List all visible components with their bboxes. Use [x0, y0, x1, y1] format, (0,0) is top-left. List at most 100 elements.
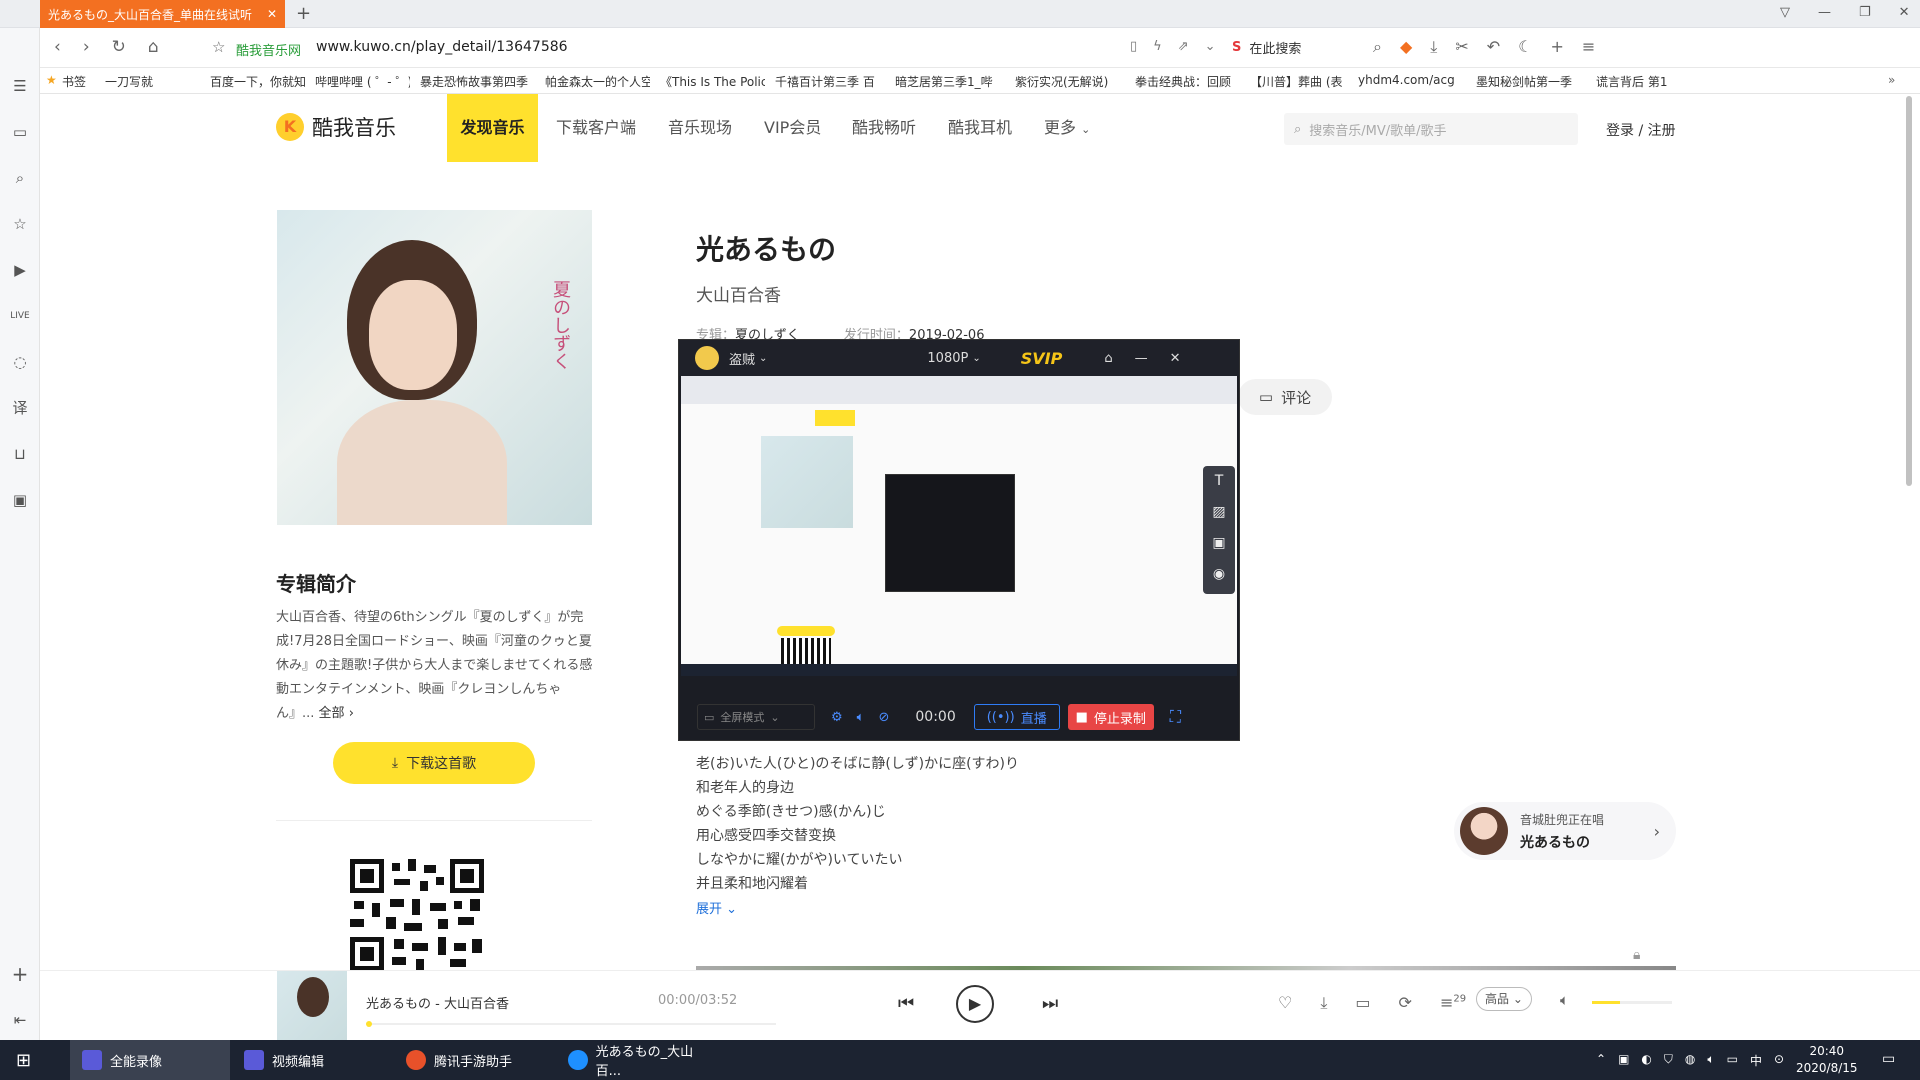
taskbar-app[interactable]: 光あるもの_大山百...: [556, 1040, 716, 1080]
progress-handle[interactable]: [366, 1021, 372, 1027]
download-icon[interactable]: ⤓: [1320, 993, 1327, 1013]
tray-app-icon[interactable]: ◐: [1641, 1052, 1651, 1069]
capture-mode-select[interactable]: ▭ 全屏模式 ⌄: [697, 704, 815, 730]
cart-icon[interactable]: ⊔: [10, 444, 30, 464]
bookmark-item[interactable]: 紫衍实况(无解说): [1015, 73, 1125, 90]
svip-badge[interactable]: SVIP: [1021, 349, 1063, 368]
bookmark-star-icon[interactable]: ☆: [212, 38, 225, 56]
tray-app-icon[interactable]: ▣: [1618, 1052, 1629, 1069]
home-icon[interactable]: ⌂: [1104, 351, 1112, 366]
song-artist[interactable]: 大山百合香: [696, 281, 781, 306]
loop-icon[interactable]: ⟳: [1399, 993, 1412, 1013]
shield-icon[interactable]: ⛉: [1664, 1052, 1673, 1069]
recorder-user[interactable]: 盗贼: [729, 349, 755, 368]
image-tool-icon[interactable]: ▨: [1203, 497, 1235, 528]
taskbar-app[interactable]: 视频编辑: [232, 1040, 392, 1080]
new-tab-icon[interactable]: +: [296, 3, 311, 24]
lock-icon[interactable]: 🔒︎: [1633, 947, 1640, 963]
close-window-icon[interactable]: ✕: [1899, 5, 1910, 20]
bookmark-item[interactable]: 书签: [62, 73, 97, 90]
bookmark-item[interactable]: yhdm4.com/acg: [1358, 73, 1468, 87]
tray-app-icon[interactable]: ◍: [1685, 1052, 1695, 1069]
lightning-icon[interactable]: ϟ: [1153, 39, 1162, 54]
volume-slider[interactable]: [1592, 1001, 1672, 1004]
video-icon[interactable]: ▶: [10, 260, 30, 280]
close-tab-icon[interactable]: ✕: [259, 7, 285, 21]
add-icon[interactable]: +: [1551, 37, 1564, 57]
nav-discover[interactable]: 发现音乐: [447, 94, 538, 162]
pip-tool-icon[interactable]: ▣: [1203, 528, 1235, 559]
night-mode-icon[interactable]: ☾: [1518, 37, 1532, 57]
nav-download-client[interactable]: 下载客户端: [556, 94, 636, 162]
site-search-input[interactable]: ⌕ 搜索音乐/MV/歌单/歌手: [1284, 113, 1578, 145]
minimize-icon[interactable]: —: [1135, 351, 1148, 366]
intro-more-link[interactable]: 全部 ›: [319, 706, 354, 721]
speaker-icon[interactable]: 🔈︎: [857, 710, 865, 725]
fullscreen-icon[interactable]: ⛶: [1170, 707, 1181, 727]
site-logo[interactable]: K 酷我音乐: [276, 112, 396, 142]
quality-select[interactable]: 1080P: [927, 351, 968, 366]
page-scrollbar[interactable]: [1906, 96, 1912, 486]
bookmark-item[interactable]: 千禧百计第三季 百: [775, 73, 885, 90]
book-icon[interactable]: ▭: [10, 122, 30, 142]
forward-icon[interactable]: ›: [83, 37, 90, 57]
previous-icon[interactable]: ⏮: [898, 993, 914, 1014]
login-link[interactable]: 登录 / 注册: [1606, 120, 1676, 140]
notification-icon[interactable]: ▭: [1882, 1051, 1895, 1067]
scissors-icon[interactable]: ✂: [1455, 37, 1468, 57]
toolbox-icon[interactable]: ▣: [10, 490, 30, 510]
download-icon[interactable]: ⤓: [1430, 37, 1437, 57]
bookmark-item[interactable]: 一刀写就: [105, 73, 200, 90]
text-tool-icon[interactable]: T: [1203, 466, 1235, 497]
bookmark-item[interactable]: 暗芝居第三季1_哔: [895, 73, 1005, 90]
translate-icon[interactable]: 译: [10, 398, 30, 418]
volume-icon[interactable]: 🔈︎: [1560, 991, 1569, 1009]
add-icon[interactable]: +: [10, 964, 30, 984]
share-icon[interactable]: ⇗: [1178, 39, 1189, 54]
reload-icon[interactable]: ↻: [112, 37, 126, 57]
expand-lyrics-link[interactable]: 展开 ⌄: [696, 898, 737, 917]
menu-icon[interactable]: ≡: [1582, 37, 1595, 57]
reader-icon[interactable]: ☰: [10, 76, 30, 96]
favorites-icon[interactable]: ☆: [10, 214, 30, 234]
taskbar-app[interactable]: 腾讯手游助手: [394, 1040, 554, 1080]
bookmark-item[interactable]: 百度一下，你就知道: [210, 73, 305, 90]
chevron-down-icon[interactable]: ⌄: [1205, 39, 1216, 54]
browser-tab[interactable]: 光あるもの_大山百合香_单曲在线试听 ✕: [40, 0, 285, 28]
nav-more[interactable]: 更多 ⌄: [1044, 94, 1090, 162]
bookmark-item[interactable]: 帕金森太一的个人空间: [545, 73, 650, 90]
nav-audiobook[interactable]: 酷我畅听: [852, 94, 916, 162]
more-bookmarks-icon[interactable]: »: [1888, 73, 1895, 87]
stop-record-button[interactable]: ■ 停止录制: [1067, 704, 1154, 730]
reader-mode-icon[interactable]: ▯: [1130, 39, 1137, 54]
start-button[interactable]: ⊞: [4, 1040, 44, 1080]
download-song-button[interactable]: ⤓ 下载这首歌: [333, 742, 535, 784]
bookmark-item[interactable]: 【川普】葬曲 (表: [1250, 73, 1350, 90]
settings-icon[interactable]: ⚙: [831, 710, 843, 725]
player-progress[interactable]: [366, 1021, 776, 1027]
nav-earphone[interactable]: 酷我耳机: [948, 94, 1012, 162]
album-cover[interactable]: 夏のしずく: [277, 210, 592, 525]
bookmark-item[interactable]: 谎言背后 第1: [1596, 73, 1691, 90]
nav-live[interactable]: 音乐现场: [668, 94, 732, 162]
volume-icon[interactable]: 🔈︎: [1707, 1052, 1714, 1069]
player-cover[interactable]: [277, 971, 347, 1041]
clock[interactable]: 20:40 2020/8/15: [1796, 1043, 1858, 1077]
chat-icon[interactable]: ◌: [10, 352, 30, 372]
search-icon[interactable]: ⌕: [10, 168, 30, 188]
comment-button[interactable]: ▭ 评论: [1238, 379, 1332, 415]
ime-icon[interactable]: ⊙: [1774, 1052, 1784, 1069]
tray-up-icon[interactable]: ⌃: [1596, 1052, 1606, 1069]
bookmark-item[interactable]: 拳击经典战：回顾: [1135, 73, 1240, 90]
close-icon[interactable]: ✕: [1170, 351, 1181, 366]
mv-icon[interactable]: ▭: [1355, 993, 1370, 1013]
shirt-icon[interactable]: ▽: [1780, 5, 1790, 20]
quality-button[interactable]: 高品 ⌄: [1476, 987, 1532, 1011]
play-button[interactable]: ▶: [956, 985, 994, 1023]
restore-icon[interactable]: ❐: [1859, 5, 1871, 20]
minimize-icon[interactable]: —: [1818, 5, 1831, 20]
nav-vip[interactable]: VIP会员: [764, 94, 821, 162]
ime-indicator[interactable]: 中: [1750, 1052, 1762, 1069]
bookmark-item[interactable]: 《This Is The Police》: [660, 73, 765, 90]
camera-off-icon[interactable]: ⊘: [878, 710, 889, 725]
